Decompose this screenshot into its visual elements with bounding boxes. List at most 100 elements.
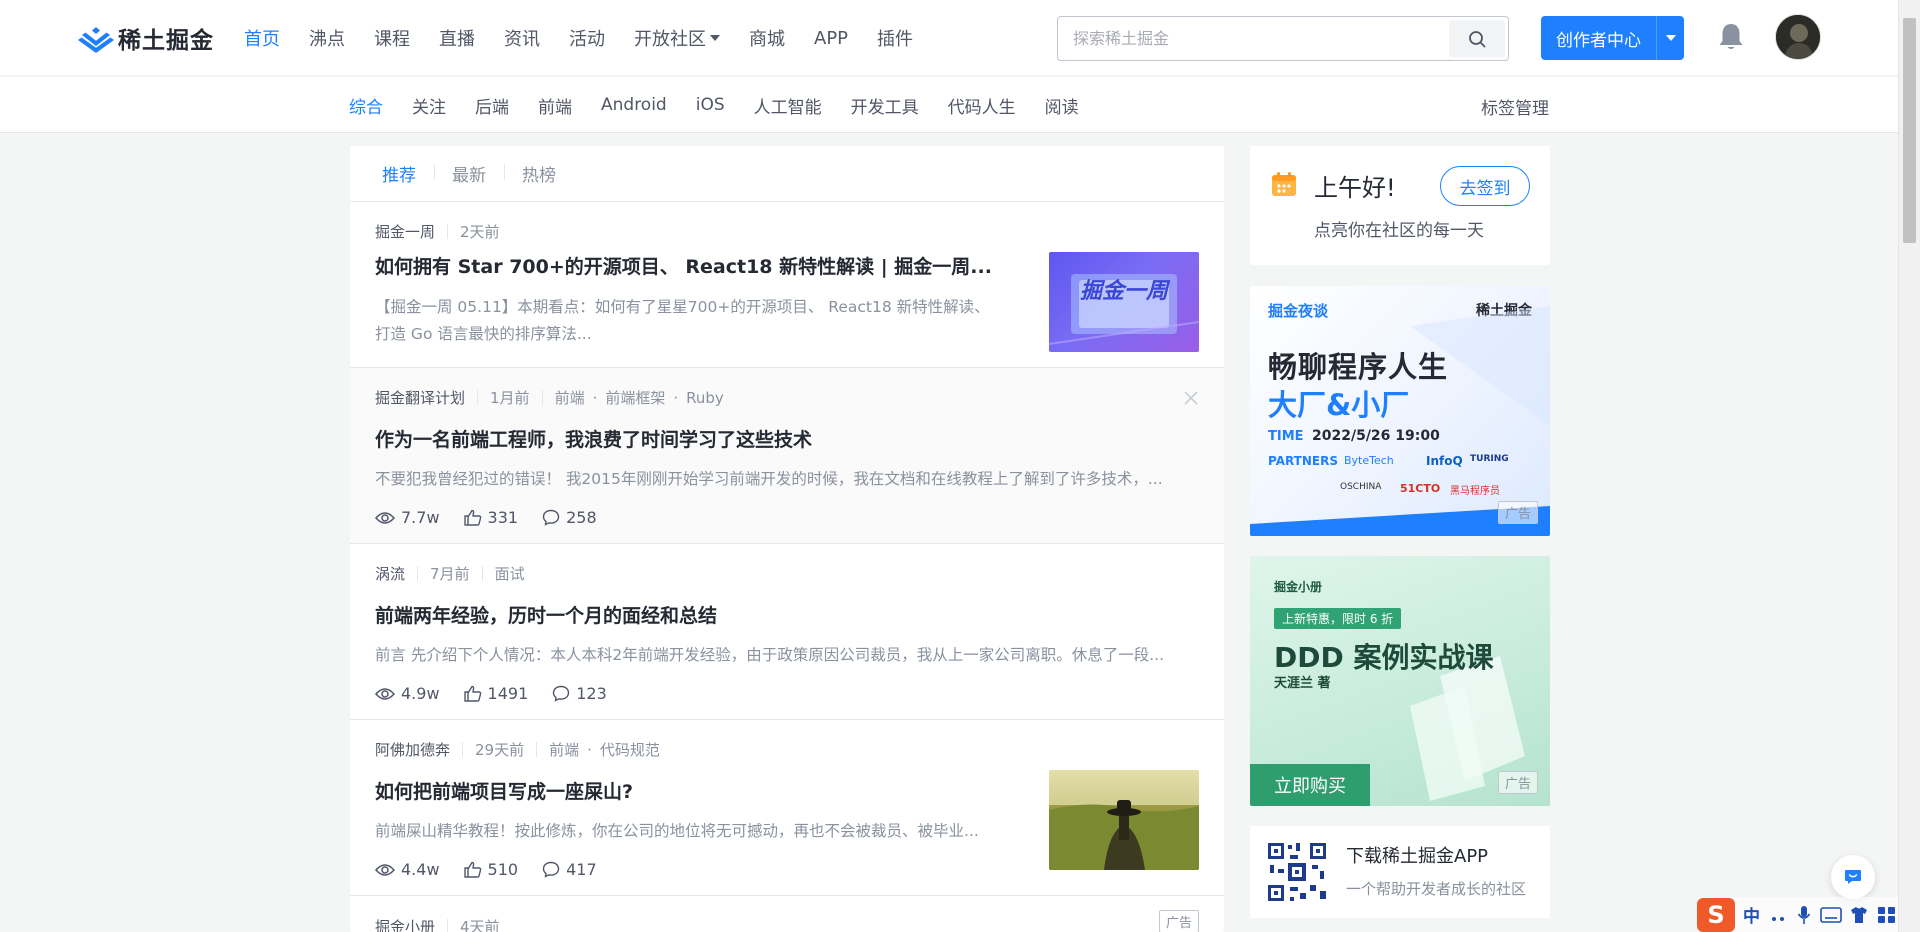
ad-buy-button[interactable]: 立即购买 [1250, 764, 1370, 806]
caret-down-icon [710, 35, 720, 41]
tab-ai[interactable]: 人工智能 [754, 93, 822, 118]
article-title[interactable]: 如何拥有 Star 700+的开源项目、 React18 新特性解读 | 掘金一… [375, 252, 1003, 279]
article-thumbnail[interactable] [1049, 770, 1199, 870]
article-item[interactable]: 掘金小册 4天前 广告 [350, 896, 1224, 932]
article-tag[interactable]: 前端 [549, 739, 579, 760]
app-card-title: 下载稀土掘金APP [1346, 846, 1489, 867]
toolbox-grid-icon[interactable] [1876, 905, 1898, 925]
microphone-icon[interactable] [1796, 904, 1812, 926]
creator-center-label[interactable]: 创作者中心 [1541, 16, 1656, 60]
view-count: 4.4w [375, 860, 440, 879]
thumbs-up-icon [463, 861, 481, 878]
search-box [1057, 16, 1509, 61]
nav-events[interactable]: 活动 [569, 25, 605, 51]
thumbs-up-icon [463, 685, 481, 702]
tag-manage-link[interactable]: 标签管理 [1481, 94, 1549, 119]
like-count-value: 331 [487, 508, 519, 527]
divider [536, 742, 538, 757]
category-tabs: 综合 关注 后端 前端 Android iOS 人工智能 开发工具 代码人生 阅… [349, 77, 1108, 133]
article-time: 29天前 [475, 741, 525, 759]
article-tag[interactable]: 面试 [495, 563, 525, 584]
top-header: 稀土掘金 首页 沸点 课程 直播 资讯 活动 开放社区 商城 APP 插件 创作… [0, 0, 1898, 76]
article-tag[interactable]: 代码规范 [600, 739, 660, 760]
like-count[interactable]: 1491 [463, 684, 528, 703]
tab-reading[interactable]: 阅读 [1045, 93, 1079, 118]
like-count[interactable]: 510 [463, 860, 518, 879]
article-author[interactable]: 掘金小册 [375, 916, 435, 932]
article-title[interactable]: 作为一名前端工程师，我浪费了时间学习了这些技术 [375, 425, 1175, 452]
punctuation-icon[interactable] [1768, 905, 1790, 925]
skin-icon[interactable] [1848, 905, 1870, 925]
tab-all[interactable]: 综合 [349, 93, 383, 118]
comment-count[interactable]: 417 [542, 860, 597, 879]
ad-decoration [1250, 306, 1550, 536]
tab-following[interactable]: 关注 [412, 93, 446, 118]
tab-android[interactable]: Android [601, 95, 667, 115]
nav-open-community[interactable]: 开放社区 [634, 25, 720, 51]
article-author[interactable]: 阿佛加德奔 [375, 739, 450, 760]
article-thumbnail[interactable]: 掘金一周 [1049, 252, 1199, 352]
user-avatar[interactable] [1775, 14, 1821, 60]
nav-pins[interactable]: 沸点 [309, 25, 345, 51]
article-author[interactable]: 掘金一周 [375, 221, 435, 242]
tab-backend[interactable]: 后端 [475, 93, 509, 118]
checkin-button[interactable]: 去签到 [1440, 166, 1530, 206]
main-nav: 首页 沸点 课程 直播 资讯 活动 开放社区 商城 APP 插件 [244, 0, 942, 76]
ime-mode-label[interactable]: 中 [1743, 902, 1760, 927]
logo[interactable]: 稀土掘金 [78, 22, 214, 54]
search-input[interactable] [1058, 17, 1449, 60]
creator-dropdown-button[interactable] [1656, 16, 1684, 60]
nav-open-community-label: 开放社区 [634, 29, 706, 50]
article-tag[interactable]: Ruby [686, 389, 724, 407]
tab-frontend[interactable]: 前端 [538, 93, 572, 118]
article-item[interactable]: 掘金翻译计划 1月前 前端 · 前端框架 · Ruby 作为一名前端工程师，我浪… [350, 368, 1224, 544]
app-card-subtitle: 一个帮助开发者成长的社区 [1346, 880, 1527, 898]
nav-shop[interactable]: 商城 [749, 25, 785, 51]
page-scrollbar[interactable] [1898, 0, 1920, 932]
article-title[interactable]: 前端两年经验，历时一个月的面经和总结 [375, 601, 1175, 628]
article-feed: 推荐 最新 热榜 掘金一周 2天前 如何拥有 Star 700+的开源项目、 R… [350, 146, 1224, 932]
article-author[interactable]: 掘金翻译计划 [375, 387, 465, 408]
tab-devtools[interactable]: 开发工具 [851, 93, 919, 118]
feed-tab-latest[interactable]: 最新 [434, 161, 504, 186]
article-item[interactable]: 涡流 7月前 面试 前端两年经验，历时一个月的面经和总结 前言 先介绍下个人情况… [350, 544, 1224, 720]
tag-dot: · [587, 740, 592, 759]
feed-tab-hot[interactable]: 热榜 [504, 161, 574, 186]
nav-app[interactable]: APP [814, 28, 848, 49]
article-tag[interactable]: 前端框架 [605, 387, 665, 408]
article-item[interactable]: 掘金一周 2天前 如何拥有 Star 700+的开源项目、 React18 新特… [350, 202, 1224, 368]
nav-home[interactable]: 首页 [244, 25, 280, 51]
article-tag[interactable]: 前端 [555, 387, 585, 408]
article-title[interactable]: 如何把前端项目写成一座屎山? [375, 777, 1003, 804]
keyboard-icon[interactable] [1820, 906, 1842, 924]
nav-news[interactable]: 资讯 [504, 25, 540, 51]
view-count: 7.7w [375, 508, 440, 527]
close-icon[interactable] [1183, 390, 1199, 406]
like-count[interactable]: 331 [463, 508, 519, 527]
comment-count[interactable]: 123 [552, 684, 607, 703]
article-time: 1月前 [490, 389, 530, 407]
download-app-card[interactable]: 下载稀土掘金APP 一个帮助开发者成长的社区 [1250, 826, 1550, 918]
scrollbar-thumb[interactable] [1903, 18, 1916, 243]
nav-courses[interactable]: 课程 [374, 25, 410, 51]
article-abstract: 不要犯我曾经犯过的错误！ 我2015年刚刚开始学习前端开发的时候，我在文档和在线… [375, 470, 1163, 488]
tab-code-life[interactable]: 代码人生 [948, 93, 1016, 118]
feedback-button[interactable] [1831, 855, 1875, 899]
eye-icon [375, 687, 395, 700]
search-button[interactable] [1449, 20, 1505, 57]
feed-tab-recommended[interactable]: 推荐 [382, 161, 434, 186]
tab-ios[interactable]: iOS [696, 95, 725, 115]
ad-banner-ddd-course[interactable]: 掘金小册 上新特惠，限时 6 折 DDD 案例实战课 天涯兰 著 立即购买 广告 [1250, 556, 1550, 806]
bell-icon[interactable] [1716, 21, 1746, 53]
view-count-value: 7.7w [401, 508, 440, 527]
ad-banner-night-talk[interactable]: 掘金夜谈 稀土掘金 畅聊程序人生 大厂&小厂 TIME 2022/5/26 19… [1250, 286, 1550, 536]
nav-live[interactable]: 直播 [439, 25, 475, 51]
article-time: 7月前 [430, 565, 470, 583]
sogou-ime-icon[interactable]: S [1697, 897, 1735, 932]
article-author[interactable]: 涡流 [375, 563, 405, 584]
comment-count[interactable]: 258 [542, 508, 597, 527]
article-item[interactable]: 阿佛加德奔 29天前 前端 · 代码规范 如何把前端项目写成一座屎山? 前端屎山… [350, 720, 1224, 896]
article-meta: 掘金一周 2天前 [375, 221, 500, 242]
nav-plugin[interactable]: 插件 [877, 25, 913, 51]
article-time: 2天前 [460, 223, 500, 241]
